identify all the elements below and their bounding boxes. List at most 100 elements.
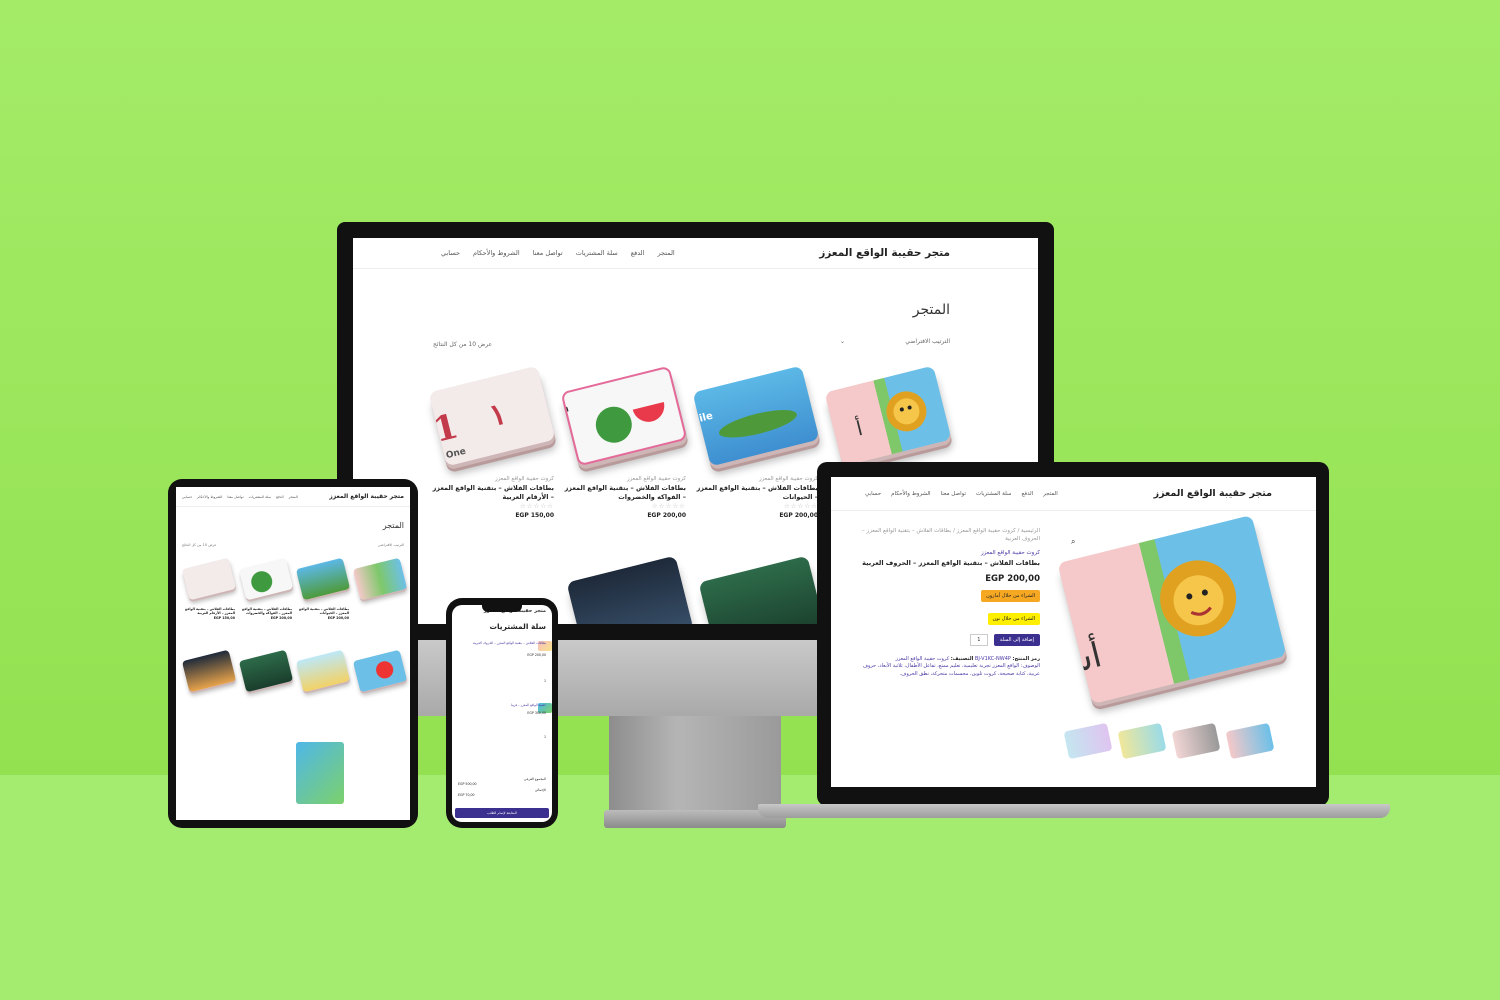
gallery-thumbnail[interactable] [1063, 722, 1113, 760]
page-title: المتجر [912, 302, 950, 318]
phone-cart-page: متجر حقيبة الواقع المعزز سلة المشتريات ب… [452, 605, 552, 822]
checkout-button[interactable]: المتابعة لإتمام الطلب [455, 808, 549, 818]
svg-text:One: One [445, 447, 467, 462]
product-gallery-thumbnails [1063, 722, 1275, 760]
product-name[interactable]: بطاقات الفلاش – بتقنية الواقع المعزز – ا… [696, 484, 818, 502]
main-menu: المتجر الدفع سلة المشتريات تواصل معنا ال… [441, 249, 675, 257]
site-title[interactable]: متجر حقيبة الواقع المعزز [329, 493, 404, 500]
product-name[interactable]: بطاقات الفلاش – بتقنية الواقع المعزز – ا… [239, 607, 292, 616]
product-name[interactable]: بطاقات الفلاش – بتقنية الواقع المعزز – ا… [182, 607, 235, 616]
quantity-input[interactable]: 1 [969, 633, 988, 646]
zoom-icon[interactable]: ⌕ [1071, 537, 1075, 547]
product-main-image[interactable]: أسد [1057, 514, 1287, 705]
menu-item-cart[interactable]: سلة المشتريات [976, 491, 1012, 497]
product-image-number-one[interactable]: 1 ١ One [428, 365, 556, 467]
total-label: الإجمالي [534, 788, 546, 792]
product-image-number-one[interactable] [181, 557, 237, 601]
menu-item-account[interactable]: حسابي [865, 491, 881, 497]
menu-item-contact[interactable]: تواصل معنا [533, 249, 563, 257]
sort-select[interactable]: الترتيب الافتراضي ⌄ [840, 338, 950, 345]
main-menu: المتجر الدفع سلة المشتريات تواصل معنا ال… [865, 491, 1058, 497]
buy-on-amazon-button[interactable]: الشراء من خلال أمازون [981, 589, 1040, 602]
main-menu: المتجر الدفع سلة المشتريات تواصل معنا ال… [182, 495, 298, 499]
product-card[interactable] [238, 649, 294, 737]
menu-item-account[interactable]: حسابي [182, 495, 192, 499]
menu-item-cart[interactable]: سلة المشتريات [249, 495, 272, 499]
product-image-forest[interactable] [238, 649, 294, 693]
product-grid: بطاقات الفلاش – بتقنية الواقع المعزز – ا… [180, 557, 408, 737]
chevron-down-icon: ⌄ [840, 338, 846, 345]
product-image-watermelon[interactable]: Watermelon [560, 365, 688, 467]
menu-item-checkout[interactable]: الدفع [276, 495, 283, 499]
menu-item-terms[interactable]: الشروط والأحكام [891, 491, 930, 497]
add-to-cart-button[interactable]: إضافة إلى السلة [993, 633, 1040, 646]
menu-item-cart[interactable]: سلة المشتريات [576, 249, 618, 257]
menu-item-terms[interactable]: الشروط والأحكام [197, 495, 222, 499]
product-card[interactable]: Crocodile كروت حقيبة الواقع المعزز بطاقا… [692, 365, 820, 519]
product-image-crocodile[interactable] [295, 557, 351, 601]
product-image-crocodile[interactable]: Crocodile [692, 365, 820, 467]
product-card[interactable] [352, 557, 408, 645]
monitor-stand [609, 716, 781, 812]
phone-notch [482, 603, 522, 612]
menu-item-shop[interactable]: المتجر [289, 495, 298, 499]
menu-item-checkout[interactable]: الدفع [1022, 491, 1034, 497]
quantity-stepper[interactable]: 1 [458, 679, 546, 683]
product-image-watermelon[interactable] [238, 557, 294, 601]
lion-illustration: أ [853, 391, 927, 441]
product-card[interactable] [295, 649, 351, 737]
site-title[interactable]: متجر حقيبة الواقع المعزز [1154, 488, 1272, 499]
sku-label: رمز المنتج: [1012, 655, 1040, 662]
product-image-pineapple[interactable] [295, 649, 351, 693]
product-price: 200,00 EGP [270, 615, 292, 620]
product-category[interactable]: كروت حقيبة الواقع المعزز [860, 550, 1040, 556]
buy-on-noon-button[interactable]: الشراء من خلال نون [987, 612, 1040, 625]
svg-text:1: 1 [430, 406, 463, 451]
product-image-forest[interactable] [698, 555, 826, 624]
product-image-bag[interactable] [296, 742, 344, 804]
menu-item-checkout[interactable]: الدفع [631, 249, 645, 257]
menu-item-contact[interactable]: تواصل معنا [227, 495, 243, 499]
menu-item-shop[interactable]: المتجر [657, 249, 674, 257]
cart-item-name[interactable]: بطاقات الفلاش – بتقنية الواقع المعزز – ا… [458, 641, 546, 645]
product-image-space[interactable] [181, 649, 237, 693]
cart-item-name[interactable]: حقيبة الواقع المعزز – قريبا [458, 703, 546, 707]
breadcrumb[interactable]: الرئيسية / كروت حقيبة الواقع المعزز / بط… [860, 527, 1040, 544]
product-image-lion[interactable] [352, 557, 408, 601]
product-image-space[interactable] [566, 555, 694, 624]
product-title: بطاقات الفلاش – بتقنية الواقع المعزز – ا… [862, 558, 1040, 567]
product-image-apple[interactable] [352, 649, 408, 693]
menu-item-contact[interactable]: تواصل معنا [941, 491, 966, 497]
quantity-stepper[interactable]: 1 [458, 735, 546, 739]
rating-stars: ☆☆☆☆☆ [519, 501, 554, 510]
menu-item-shop[interactable]: المتجر [1043, 491, 1058, 497]
menu-item-terms[interactable]: الشروط والأحكام [473, 249, 520, 257]
menu-item-account[interactable]: حسابي [441, 249, 460, 257]
product-meta: رمز المنتج: BJ-V1KC-NW4P التصنيف: كروت ح… [860, 656, 1040, 679]
product-price: 150,00 EGP [213, 615, 235, 620]
product-card[interactable]: بطاقات الفلاش – بتقنية الواقع المعزز – ا… [238, 557, 294, 645]
cart-item-price: EGP 300,00 [527, 711, 546, 715]
product-name[interactable]: بطاقات الفلاش – بتقنية الواقع المعزز – ا… [432, 484, 554, 502]
category-value[interactable]: كروت حقيبة الواقع المعزز [895, 656, 949, 662]
product-card[interactable] [181, 649, 237, 737]
product-name[interactable]: بطاقات الفلاش – بتقنية الواقع المعزز – ا… [296, 607, 349, 616]
watermelon-illustration: Watermelon [560, 401, 665, 443]
site-header: متجر حقيبة الواقع المعزز المتجر الدفع سل… [353, 238, 1038, 269]
product-card[interactable]: بطاقات الفلاش – بتقنية الواقع المعزز – ا… [181, 557, 237, 645]
product-price: 200,00 EGP [985, 573, 1040, 584]
product-card[interactable]: 1 ١ One كروت حقيبة الواقع المعزز بطاقات … [428, 365, 556, 519]
product-category[interactable]: كروت حقيبة الواقع المعزز [696, 476, 818, 482]
product-card[interactable] [352, 649, 408, 737]
product-image-lion[interactable]: أ [824, 365, 952, 467]
site-title[interactable]: متجر حقيبة الواقع المعزز [819, 247, 950, 259]
product-name[interactable]: بطاقات الفلاش – بتقنية الواقع المعزز – ا… [564, 484, 686, 502]
product-card[interactable]: Watermelon كروت حقيبة الواقع المعزز بطاق… [560, 365, 688, 519]
gallery-thumbnail[interactable] [1117, 722, 1167, 760]
gallery-thumbnail[interactable] [1225, 722, 1275, 760]
product-card[interactable]: بطاقات الفلاش – بتقنية الواقع المعزز – ا… [295, 557, 351, 645]
sort-select[interactable]: الترتيب الافتراضي [378, 543, 404, 547]
gallery-thumbnail[interactable] [1171, 722, 1221, 760]
product-category[interactable]: كروت حقيبة الواقع المعزز [564, 476, 686, 482]
product-category[interactable]: كروت حقيبة الواقع المعزز [432, 476, 554, 482]
